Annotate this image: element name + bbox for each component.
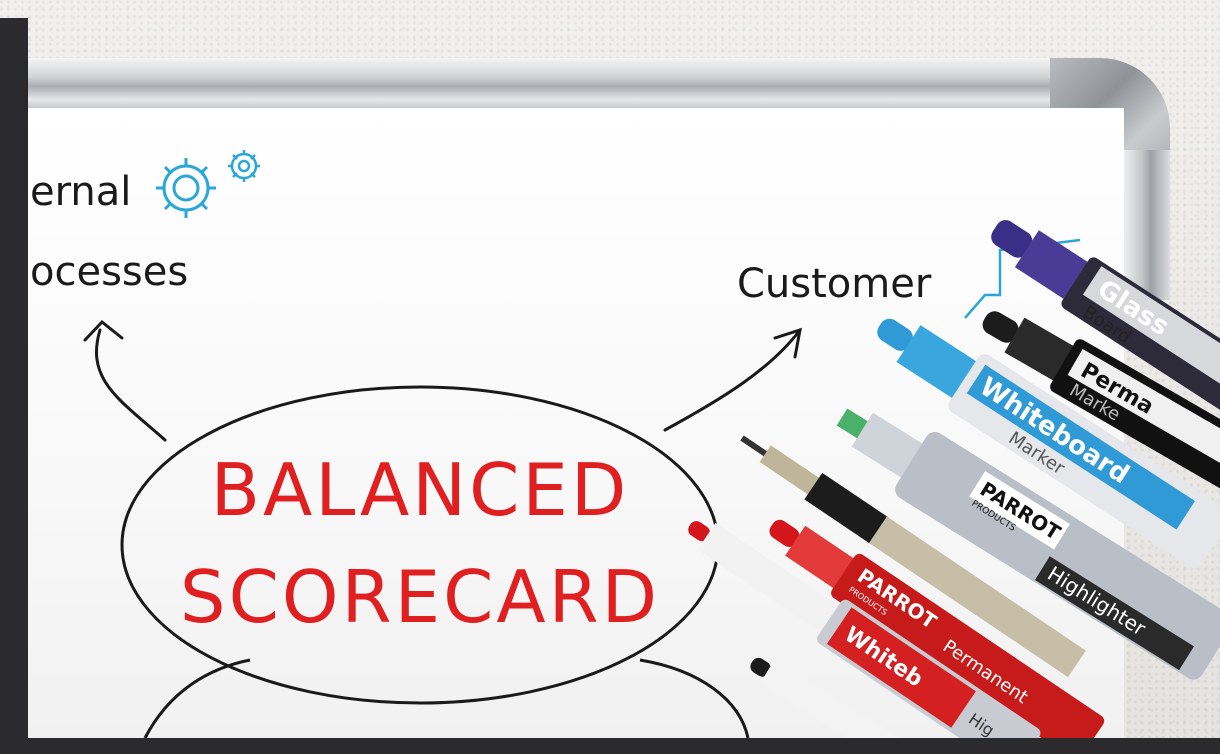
lower-ellipse-left [143,658,251,739]
lower-ellipse-right [639,658,750,739]
scorecard-ellipse [120,385,720,705]
title-balanced: BALANCED [211,448,630,532]
arrow-to-customer [663,328,802,432]
small-gear-icon [228,150,260,182]
gear-icon [156,158,216,218]
title-scorecard: SCORECARD [180,555,660,639]
arrow-to-processes [94,328,167,442]
label-processes: ocesses [30,249,188,295]
arrow-head-processes [83,319,124,342]
whiteboard-drawing: ernal ocesses Customer BALANCED SCORECAR… [30,150,1220,754]
bottom-border-bar [0,738,1220,754]
label-customer: Customer [737,261,932,307]
label-internal: ernal [30,169,131,215]
